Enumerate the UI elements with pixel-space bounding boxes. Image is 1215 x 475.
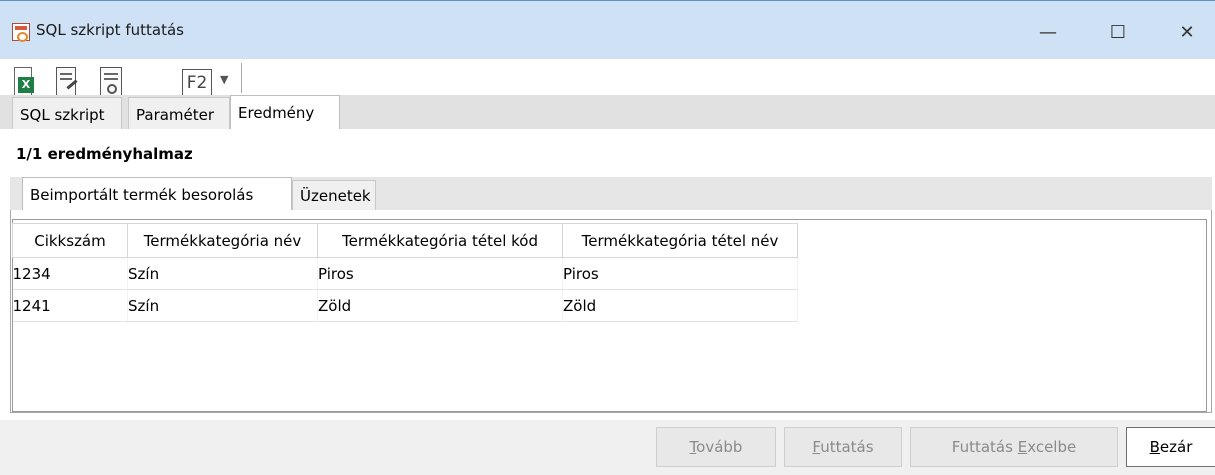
subtab-beimportalt[interactable]: Beimportált termék besorolás <box>22 177 292 211</box>
futtatas-button[interactable]: Futtatás <box>784 427 902 467</box>
tab-parameter[interactable]: Paraméter <box>128 97 230 129</box>
cell-tetel-kod[interactable]: Zöld <box>317 289 563 322</box>
app-icon <box>12 23 30 42</box>
cell-kategoria-nev[interactable]: Szín <box>127 257 318 290</box>
result-sub-tab-strip: Beimportált termék besorolás Üzenetek <box>10 177 1212 211</box>
bezar-button[interactable]: Bezár <box>1126 427 1215 467</box>
toolbar: X F2 ▼ <box>0 59 1215 95</box>
resultset-label: 1/1 eredményhalmaz <box>16 145 193 163</box>
column-header-cikkszam[interactable]: Cikkszám <box>12 223 128 258</box>
edit-script-icon[interactable] <box>56 67 78 95</box>
main-tab-strip: SQL szkript Paraméter Eredmény <box>0 95 1215 130</box>
column-header-tetel-nev[interactable]: Termékkategória tétel név <box>562 223 798 258</box>
minimize-button[interactable]: — <box>1025 18 1071 46</box>
table-row[interactable]: 1241 Szín Zöld Zöld <box>12 289 798 322</box>
cell-kategoria-nev[interactable]: Szín <box>127 289 318 322</box>
tovabb-button[interactable]: Tovább <box>656 427 776 467</box>
column-header-tetel-kod[interactable]: Termékkategória tétel kód <box>317 223 563 258</box>
column-header-kategoria-nev[interactable]: Termékkategória név <box>127 223 318 258</box>
f2-key-icon[interactable]: F2 <box>182 69 212 95</box>
toolbar-separator <box>241 63 242 93</box>
subtab-uzenetek[interactable]: Üzenetek <box>292 180 376 210</box>
tab-eredmeny[interactable]: Eredmény <box>230 95 340 130</box>
cell-tetel-nev[interactable]: Piros <box>562 257 798 290</box>
close-button[interactable]: ✕ <box>1164 18 1210 46</box>
result-table[interactable]: Cikkszám Termékkategória név Termékkateg… <box>12 223 798 322</box>
tab-sql-szkript[interactable]: SQL szkript <box>12 97 122 129</box>
cell-tetel-nev[interactable]: Zöld <box>562 289 798 322</box>
maximize-button[interactable]: ☐ <box>1095 18 1141 46</box>
footer: Tovább Futtatás Futtatás Excelbe Bezár <box>0 420 1215 475</box>
cell-cikkszam[interactable]: 1234 <box>12 257 128 290</box>
title-bar: SQL szkript futtatás — ☐ ✕ <box>0 0 1215 59</box>
dropdown-arrow-icon[interactable]: ▼ <box>220 73 228 86</box>
run-script-icon[interactable] <box>100 67 122 95</box>
result-panel: 1/1 eredményhalmaz Beimportált termék be… <box>0 129 1215 420</box>
futtatas-excelbe-button[interactable]: Futtatás Excelbe <box>910 427 1118 467</box>
window-title: SQL szkript futtatás <box>36 21 184 39</box>
cell-tetel-kod[interactable]: Piros <box>317 257 563 290</box>
table-row[interactable]: 1234 Szín Piros Piros <box>12 257 798 290</box>
cell-cikkszam[interactable]: 1241 <box>12 289 128 322</box>
excel-export-icon[interactable]: X <box>14 67 36 95</box>
